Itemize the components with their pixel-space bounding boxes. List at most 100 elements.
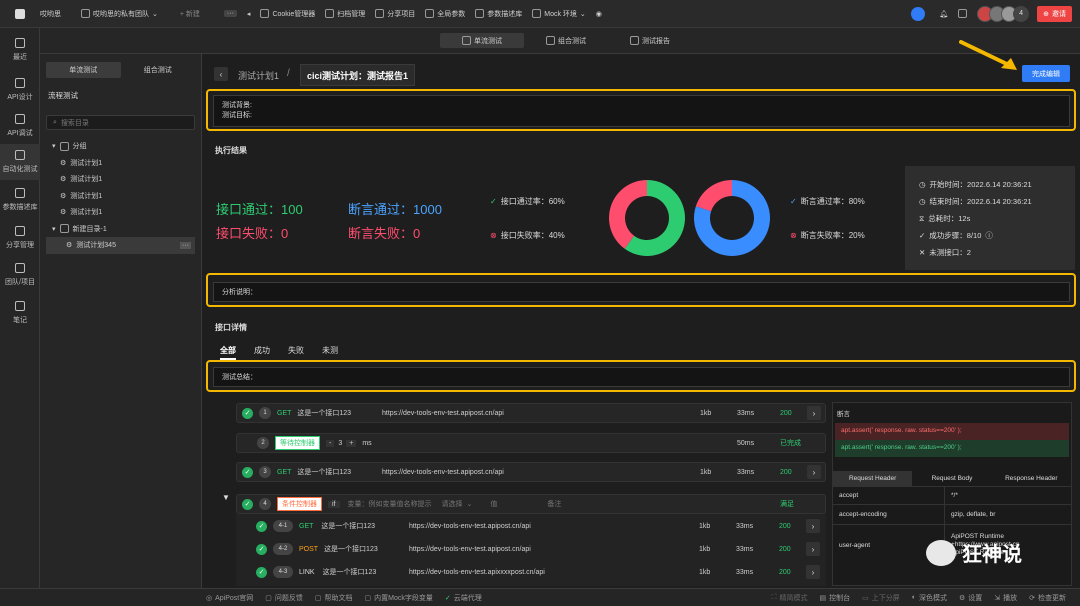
feedback-link[interactable]: ▢ 问题反馈 xyxy=(265,593,303,603)
console-button[interactable]: ▤ 控制台 xyxy=(819,593,850,603)
tab-report[interactable]: 测试报告 xyxy=(608,33,692,48)
scan-manage-button[interactable]: 扫档管理 xyxy=(325,9,365,19)
filter-tab-untested[interactable]: 未测 xyxy=(322,345,338,360)
rail-item-param-library[interactable]: 参数描述库 xyxy=(0,180,40,220)
sub-request-row[interactable]: ✓ 4-3 LINK 这是一个接口123 https://dev-tools-e… xyxy=(236,562,826,582)
settings-button[interactable]: ⚙︎ 设置 xyxy=(959,593,982,603)
notes-icon[interactable] xyxy=(958,9,968,18)
chevron-right-icon[interactable]: › xyxy=(807,406,821,420)
status-label: ApiPost官网 xyxy=(215,594,254,602)
complete-edit-button[interactable]: 完成编辑 xyxy=(1022,65,1070,82)
share-project-button[interactable]: 分享项目 xyxy=(375,9,415,19)
rail-item-share[interactable]: 分享管理 xyxy=(0,220,40,256)
assert-fail-rate-label: 断言失败率：20% xyxy=(800,231,865,240)
sidebar-tab-single[interactable]: 单流测试 xyxy=(46,62,121,78)
param-library-button[interactable]: 参数描述库 xyxy=(475,9,522,19)
avatar-group[interactable]: 4 xyxy=(977,5,1030,22)
detail-title: 接口详情 xyxy=(215,323,247,332)
variable-input[interactable]: 变量：例如变量值名称提示 xyxy=(348,499,432,509)
team-selector[interactable]: 哎哟思的私有团队 ⌄ xyxy=(81,9,158,19)
split-screen-button[interactable]: ▭ 上下分屏 xyxy=(862,593,900,603)
value-input[interactable]: 值 xyxy=(490,499,497,509)
start-time-text: 开始时间：2022.6.14 20:36:21 xyxy=(929,180,1032,189)
collapse-icon[interactable]: ◂ xyxy=(247,10,251,18)
dark-mode-button[interactable]: ◐ 深色模式 xyxy=(912,593,947,603)
rail-item-auto-test[interactable]: 自动化测试 xyxy=(0,144,40,180)
compact-mode-button[interactable]: ⛶ 精简模式 xyxy=(772,593,808,603)
cloud-proxy-toggle[interactable]: ✓ 云端代理 xyxy=(445,593,482,603)
sub-request-row[interactable]: ✓ 4-2 POST 这是一个接口123 https://dev-tools-e… xyxy=(236,539,826,559)
tab-request-header[interactable]: Request Header xyxy=(833,471,913,486)
check-update-button[interactable]: ⟳ 检查更新 xyxy=(1029,593,1066,603)
cookie-manager-button[interactable]: Cookie管理器 xyxy=(260,9,315,19)
rail-item-recent[interactable]: 最近 xyxy=(0,28,40,72)
global-params-button[interactable]: 全局参数 xyxy=(425,9,465,19)
increment-button[interactable]: + xyxy=(346,439,357,447)
chevron-right-icon[interactable]: › xyxy=(806,565,820,579)
api-fail-count: 接口失败：0 xyxy=(216,226,289,241)
official-site-link[interactable]: ◎ ApiPost官网 xyxy=(206,593,253,603)
request-row[interactable]: ✓ 1 GET 这是一个接口123 https://dev-tools-env-… xyxy=(236,403,826,423)
invite-button[interactable]: ⊕ 邀请 xyxy=(1037,5,1072,22)
mock-env-selector[interactable]: Mock 环境 ⌄ xyxy=(532,9,586,19)
tree-item[interactable]: ⚙︎ 测试计划1 xyxy=(40,204,201,221)
operator-select[interactable]: 请选择 xyxy=(442,499,463,509)
rail-item-api-debug[interactable]: API调试 xyxy=(0,108,40,144)
zoom-button[interactable]: ⇲ 播放 xyxy=(994,593,1017,603)
sync-icon[interactable] xyxy=(911,6,926,21)
check-circle-icon: ✓ xyxy=(256,566,267,578)
condition-controller-row[interactable]: ✓ 4 条件控制器 if 变量：例如变量值名称提示 请选择 ⌄ 值 备注 满足 xyxy=(236,494,826,514)
analysis-textarea[interactable]: 分析说明： xyxy=(213,282,1070,302)
search-input[interactable]: 搜索目录 xyxy=(61,118,89,128)
tab-single-flow[interactable]: 单流测试 xyxy=(440,33,524,48)
filter-tab-success[interactable]: 成功 xyxy=(254,345,270,360)
search-box[interactable]: ⌕ 搜索目录 xyxy=(46,115,195,130)
filter-tab-all[interactable]: 全部 xyxy=(220,345,236,360)
wait-value[interactable]: 3 xyxy=(338,440,342,447)
sidebar-tab-combo[interactable]: 组合测试 xyxy=(121,62,196,78)
request-name: 这是一个接口123 xyxy=(297,469,352,476)
more-icon: ··· xyxy=(223,10,237,17)
summary-textarea[interactable]: 测试总结： xyxy=(213,367,1070,387)
bell-icon[interactable]: 🔔︎ xyxy=(939,10,948,18)
note-input[interactable]: 备注 xyxy=(547,499,561,509)
success-steps: ✓ 成功步骤：8/10 ⓘ xyxy=(919,227,1061,244)
chevron-right-icon[interactable]: › xyxy=(807,465,821,479)
filter-tab-fail[interactable]: 失败 xyxy=(288,345,304,360)
more-icon[interactable]: ··· xyxy=(180,241,191,249)
sub-request-row[interactable]: ✓ 4-1 GET 这是一个接口123 https://dev-tools-en… xyxy=(236,516,826,536)
new-button[interactable]: + 新建 xyxy=(180,9,200,19)
tree-item[interactable]: ⚙︎ 测试计划1 xyxy=(40,171,201,188)
rail-label: API调试 xyxy=(7,130,33,137)
rail-item-team[interactable]: 团队/项目 xyxy=(0,256,40,294)
decrement-button[interactable]: - xyxy=(326,439,335,447)
help-doc-link[interactable]: ▢ 帮助文档 xyxy=(315,593,353,603)
response-time: 33ms xyxy=(736,545,754,553)
tree-item[interactable]: ⚙︎ 测试计划1 xyxy=(40,188,201,205)
tree-folder-new[interactable]: ▾ 新建目录-1 xyxy=(40,221,201,238)
tab-combo[interactable]: 组合测试 xyxy=(524,33,608,48)
tree-item[interactable]: ⚙︎ 测试计划1 xyxy=(40,155,201,172)
rail-item-api-design[interactable]: API设计 xyxy=(0,72,40,108)
background-textarea[interactable]: 测试背景: 测试目标: xyxy=(213,95,1070,127)
chevron-right-icon[interactable]: › xyxy=(806,542,820,556)
tab-request-body[interactable]: Request Body xyxy=(912,471,991,486)
tab-label: 测试报告 xyxy=(642,37,670,45)
wait-controller-row[interactable]: 2 等待控制器 - 3 + ms 50ms 已完成 xyxy=(236,433,826,453)
request-row[interactable]: ✓ 3 GET 这是一个接口123 https://dev-tools-env-… xyxy=(236,462,826,482)
more-button[interactable]: ··· xyxy=(223,10,237,17)
collapse-triangle-icon[interactable]: ▼ xyxy=(222,493,230,502)
mock-vars-link[interactable]: ▢ 内置Mock字段变量 xyxy=(364,593,432,603)
back-button[interactable]: ‹ xyxy=(214,67,228,81)
eye-icon[interactable]: ◉ xyxy=(596,10,602,18)
sidebar-segment: 单流测试 组合测试 xyxy=(46,62,195,78)
rail-item-notes[interactable]: 笔记 xyxy=(0,294,40,332)
tab-response-header[interactable]: Response Header xyxy=(992,471,1071,486)
breadcrumb-parent[interactable]: 测试计划1 xyxy=(238,69,279,82)
tree-folder-group[interactable]: ▾ 分组 xyxy=(40,138,201,155)
info-icon[interactable]: ⓘ xyxy=(985,230,993,241)
check-circle-icon: ✓ xyxy=(790,197,797,206)
tree-item-selected[interactable]: ⚙︎ 测试计划345 ··· xyxy=(46,237,195,254)
status-label: 云端代理 xyxy=(453,594,482,602)
chevron-right-icon[interactable]: › xyxy=(806,519,820,533)
